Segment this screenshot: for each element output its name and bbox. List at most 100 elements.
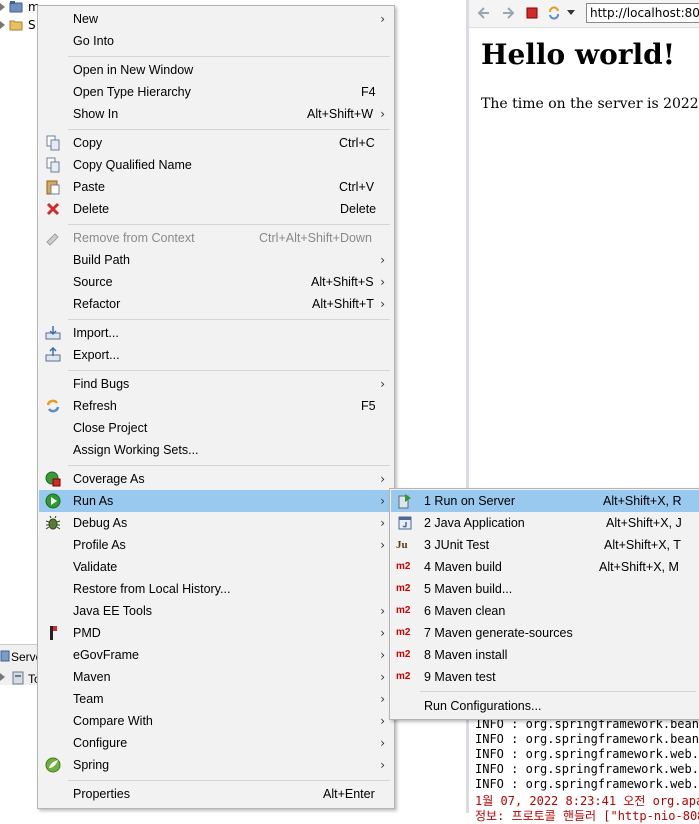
menu-item-egovframe[interactable]: eGovFrame › xyxy=(39,644,393,666)
shortcut-label: F4 xyxy=(361,85,376,99)
menu-item-spring[interactable]: Spring › xyxy=(39,754,393,776)
chevron-right-icon: › xyxy=(380,736,385,750)
submenu-item-maven-test[interactable]: m2 9 Maven test xyxy=(391,666,699,688)
menu-item-label: Run Configurations... xyxy=(424,699,542,713)
stop-icon[interactable] xyxy=(525,6,539,20)
menu-item-compare-with[interactable]: Compare With › xyxy=(39,710,393,732)
menu-item-copy-qualified-name[interactable]: Copy Qualified Name xyxy=(39,154,393,176)
chevron-right-icon: › xyxy=(380,626,385,640)
console-line: 정보: 프로토콜 핸들러 ["http-nio-8080" xyxy=(475,809,699,823)
menu-item-profile-as[interactable]: Profile As › xyxy=(39,534,393,556)
menu-item-java-ee-tools[interactable]: Java EE Tools › xyxy=(39,600,393,622)
menu-item-label: Assign Working Sets... xyxy=(73,443,199,457)
menu-item-label: 4 Maven build xyxy=(424,560,502,574)
menu-item-new[interactable]: New › xyxy=(39,8,393,30)
shortcut-label: Alt+Shift+X, R xyxy=(603,494,682,508)
menu-item-label: 5 Maven build... xyxy=(424,582,513,596)
submenu-item-maven-generate-sources[interactable]: m2 7 Maven generate-sources xyxy=(391,622,699,644)
menu-item-label: Open in New Window xyxy=(73,63,194,77)
menu-item-show-in[interactable]: Show In Alt+Shift+W › xyxy=(39,103,393,125)
folder-icon xyxy=(9,20,23,31)
menu-item-label: PMD xyxy=(73,626,101,640)
submenu-item-maven-clean[interactable]: m2 6 Maven clean xyxy=(391,600,699,622)
maven-icon: m2 xyxy=(396,583,411,594)
menu-item-label: Open Type Hierarchy xyxy=(73,85,191,99)
run-icon xyxy=(45,493,61,509)
submenu-item-run-configurations[interactable]: Run Configurations... xyxy=(391,695,699,717)
menu-item-run-as[interactable]: Run As › xyxy=(39,490,393,512)
submenu-item-run-on-server[interactable]: 1 Run on Server Alt+Shift+X, R xyxy=(391,490,699,512)
menu-item-maven[interactable]: Maven › xyxy=(39,666,393,688)
chevron-right-icon: › xyxy=(380,494,385,508)
menu-item-label: Coverage As xyxy=(73,472,145,486)
back-icon[interactable] xyxy=(477,6,491,20)
menu-item-team[interactable]: Team › xyxy=(39,688,393,710)
shortcut-label: Alt+Shift+X, J xyxy=(606,516,682,530)
menu-item-label: 6 Maven clean xyxy=(424,604,506,618)
tree-item-servers[interactable]: S xyxy=(0,18,40,34)
shortcut-label: F5 xyxy=(361,399,376,413)
export-icon xyxy=(45,347,61,362)
submenu-item-java-application[interactable]: 2 Java Application Alt+Shift+X, J xyxy=(391,512,699,534)
expand-arrow-icon[interactable] xyxy=(0,21,5,29)
expand-arrow-icon[interactable] xyxy=(0,3,5,11)
menu-separator xyxy=(68,129,390,130)
server-icon xyxy=(12,671,24,685)
console-line: INFO : org.springframework.web.s xyxy=(475,747,699,761)
menu-item-source[interactable]: Source Alt+Shift+S › xyxy=(39,271,393,293)
menu-item-configure[interactable]: Configure › xyxy=(39,732,393,754)
submenu-item-maven-build[interactable]: m2 4 Maven build Alt+Shift+X, M xyxy=(391,556,699,578)
menu-item-build-path[interactable]: Build Path › xyxy=(39,249,393,271)
chevron-down-icon[interactable] xyxy=(567,10,575,16)
menu-item-validate[interactable]: Validate xyxy=(39,556,393,578)
menu-item-label: Restore from Local History... xyxy=(73,582,231,596)
menu-item-pmd[interactable]: PMD › xyxy=(39,622,393,644)
console-line: INFO : org.springframework.web.s xyxy=(475,777,699,791)
project-icon xyxy=(9,1,23,13)
menu-item-label: eGovFrame xyxy=(73,648,139,662)
tree-item-project[interactable]: m xyxy=(0,0,40,16)
spring-icon xyxy=(45,757,61,773)
menu-item-label: Delete xyxy=(73,202,110,216)
menu-item-coverage-as[interactable]: Coverage As › xyxy=(39,468,393,490)
shortcut-label: Ctrl+V xyxy=(339,180,375,194)
menu-item-restore-local-history[interactable]: Restore from Local History... xyxy=(39,578,393,600)
menu-item-refresh[interactable]: Refresh F5 xyxy=(39,395,393,417)
menu-separator xyxy=(420,691,696,692)
shortcut-label: Ctrl+C xyxy=(339,136,375,150)
junit-icon: Ju xyxy=(396,539,408,551)
menu-item-import[interactable]: Import... xyxy=(39,322,393,344)
menu-item-open-new-window[interactable]: Open in New Window xyxy=(39,59,393,81)
tree-item-label: S xyxy=(28,18,36,32)
maven-icon: m2 xyxy=(396,561,411,572)
menu-item-find-bugs[interactable]: Find Bugs › xyxy=(39,373,393,395)
menu-item-go-into[interactable]: Go Into xyxy=(39,30,393,52)
forward-icon[interactable] xyxy=(501,6,515,20)
menu-item-open-type-hierarchy[interactable]: Open Type Hierarchy F4 xyxy=(39,81,393,103)
submenu-item-maven-install[interactable]: m2 8 Maven install xyxy=(391,644,699,666)
menu-item-paste[interactable]: Paste Ctrl+V xyxy=(39,176,393,198)
menu-item-label: Validate xyxy=(73,560,118,574)
chevron-right-icon: › xyxy=(380,275,385,289)
submenu-item-junit-test[interactable]: Ju 3 JUnit Test Alt+Shift+X, T xyxy=(391,534,699,556)
menu-item-assign-working-sets[interactable]: Assign Working Sets... xyxy=(39,439,393,461)
refresh-icon[interactable] xyxy=(547,6,561,20)
context-menu: New › Go Into Open in New Window Open Ty… xyxy=(37,5,395,809)
maven-icon: m2 xyxy=(396,649,411,660)
menu-item-close-project[interactable]: Close Project xyxy=(39,417,393,439)
menu-item-label: 3 JUnit Test xyxy=(424,538,490,552)
menu-item-label: 1 Run on Server xyxy=(424,494,516,508)
menu-item-debug-as[interactable]: Debug As › xyxy=(39,512,393,534)
submenu-item-maven-build-dots[interactable]: m2 5 Maven build... xyxy=(391,578,699,600)
chevron-right-icon: › xyxy=(380,297,385,311)
menu-item-remove-from-context[interactable]: Remove from Context Ctrl+Alt+Shift+Down xyxy=(39,227,393,249)
menu-item-copy[interactable]: Copy Ctrl+C xyxy=(39,132,393,154)
chevron-right-icon: › xyxy=(380,377,385,391)
expand-arrow-icon[interactable] xyxy=(0,673,5,681)
menu-item-delete[interactable]: Delete Delete xyxy=(39,198,393,220)
url-field[interactable]: http://localhost:808 xyxy=(586,3,699,23)
menu-item-refactor[interactable]: Refactor Alt+Shift+T › xyxy=(39,293,393,315)
menu-item-export[interactable]: Export... xyxy=(39,344,393,366)
menu-item-properties[interactable]: Properties Alt+Enter xyxy=(39,783,393,805)
page-heading: Hello world! xyxy=(481,38,676,71)
